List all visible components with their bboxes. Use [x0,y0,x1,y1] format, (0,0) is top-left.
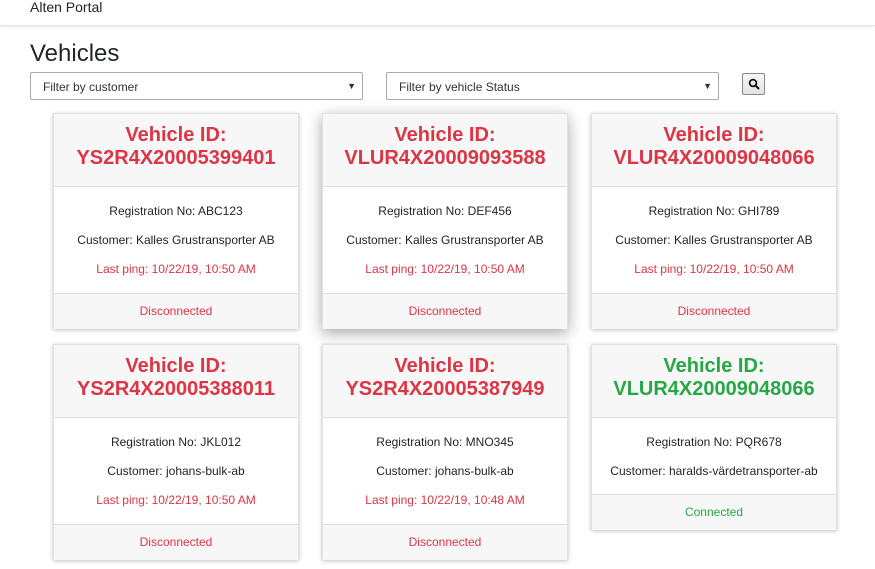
vehicle-card-body: Registration No: ABC123 Customer: Kalles… [54,187,298,293]
vehicle-id-label: Vehicle ID: [125,355,227,377]
vehicle-card-header: Vehicle ID: YS2R4X20005388011 [54,345,298,418]
vehicle-id: YS2R4X20005388011 [77,378,275,400]
vehicle-card-header: Vehicle ID: VLUR4X20009048066 [592,114,836,187]
vehicle-card-header: Vehicle ID: VLUR4X20009048066 [592,345,836,418]
connection-status: Disconnected [592,293,836,329]
vehicle-id: YS2R4X20005387949 [345,378,545,400]
last-ping: Last ping: 10/22/19, 10:50 AM [96,493,256,507]
vehicle-id: VLUR4X20009093588 [344,147,546,169]
registration-number: Registration No: PQR678 [646,435,782,449]
customer-name: Customer: johans-bulk-ab [376,464,514,478]
registration-number: Registration No: DEF456 [378,204,512,218]
customer-name: Customer: Kalles Grustransporter AB [615,233,813,247]
vehicle-card[interactable]: Vehicle ID: YS2R4X20005387949 Registrati… [322,344,568,560]
vehicle-card[interactable]: Vehicle ID: YS2R4X20005399401 Registrati… [53,113,299,329]
customer-filter-placeholder: Filter by customer [43,80,139,94]
connection-status: Disconnected [323,293,567,329]
registration-number: Registration No: ABC123 [109,204,243,218]
search-icon [748,78,760,90]
vehicle-card-header: Vehicle ID: YS2R4X20005399401 [54,114,298,187]
customer-name: Customer: johans-bulk-ab [107,464,245,478]
dropdown-arrow-icon: ▼ [347,81,356,91]
vehicle-card-body: Registration No: MNO345 Customer: johans… [323,418,567,524]
vehicle-id-label: Vehicle ID: [663,124,765,146]
vehicle-card-body: Registration No: PQR678 Customer: harald… [592,418,836,494]
search-button[interactable] [742,73,765,95]
dropdown-arrow-icon: ▼ [703,81,712,91]
last-ping: Last ping: 10/22/19, 10:50 AM [365,262,525,276]
vehicle-card[interactable]: Vehicle ID: VLUR4X20009093588 Registrati… [322,113,568,329]
customer-name: Customer: haralds-värdetransporter-ab [610,464,818,478]
connection-status: Connected [592,494,836,530]
vehicle-id: VLUR4X20009048066 [613,378,815,400]
connection-status: Disconnected [54,524,298,560]
customer-name: Customer: Kalles Grustransporter AB [346,233,544,247]
vehicle-card[interactable]: Vehicle ID: VLUR4X20009048066 Registrati… [591,113,837,329]
status-filter-placeholder: Filter by vehicle Status [399,80,520,94]
last-ping: Last ping: 10/22/19, 10:48 AM [365,493,525,507]
connection-status: Disconnected [323,524,567,560]
customer-filter-select[interactable]: Filter by customer ▼ [30,72,363,100]
vehicle-id: YS2R4X20005399401 [76,147,276,169]
vehicle-card[interactable]: Vehicle ID: YS2R4X20005388011 Registrati… [53,344,299,560]
vehicle-card-header: Vehicle ID: YS2R4X20005387949 [323,345,567,418]
vehicle-card[interactable]: Vehicle ID: VLUR4X20009048066 Registrati… [591,344,837,530]
vehicle-id-label: Vehicle ID: [394,124,496,146]
vehicle-id-label: Vehicle ID: [663,355,765,377]
registration-number: Registration No: JKL012 [110,435,242,449]
connection-status: Disconnected [54,293,298,329]
vehicle-id-label: Vehicle ID: [394,355,496,377]
last-ping: Last ping: 10/22/19, 10:50 AM [96,262,256,276]
page-title: Vehicles [30,40,120,67]
brand-link[interactable]: Alten Portal [30,0,102,16]
vehicle-card-body: Registration No: JKL012 Customer: johans… [54,418,298,524]
top-navbar: Alten Portal [0,0,875,26]
registration-number: Registration No: MNO345 [376,435,514,449]
customer-name: Customer: Kalles Grustransporter AB [77,233,275,247]
vehicle-id: VLUR4X20009048066 [613,147,815,169]
registration-number: Registration No: GHI789 [648,204,780,218]
vehicle-card-header: Vehicle ID: VLUR4X20009093588 [323,114,567,187]
vehicle-card-body: Registration No: GHI789 Customer: Kalles… [592,187,836,293]
status-filter-select[interactable]: Filter by vehicle Status ▼ [386,72,719,100]
vehicle-card-body: Registration No: DEF456 Customer: Kalles… [323,187,567,293]
last-ping: Last ping: 10/22/19, 10:50 AM [634,262,794,276]
vehicle-id-label: Vehicle ID: [125,124,227,146]
